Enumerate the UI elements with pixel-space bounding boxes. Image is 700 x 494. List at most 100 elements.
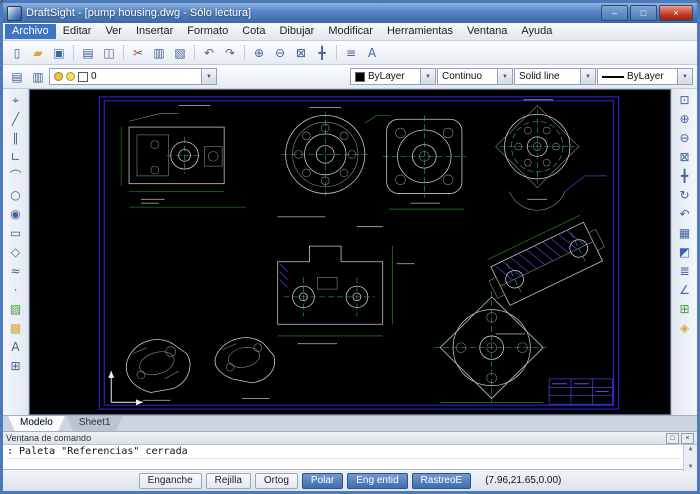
menu-editar[interactable]: Editar [56, 24, 99, 39]
minimize-button[interactable]: – [601, 5, 628, 21]
chevron-down-icon[interactable]: ▼ [420, 69, 435, 84]
chevron-down-icon[interactable]: ▼ [497, 69, 512, 84]
menu-archivo[interactable]: Archivo [5, 24, 56, 39]
status-rastreoe[interactable]: RastreoE [412, 473, 472, 489]
layer-combo[interactable]: 0 ▼ [49, 68, 217, 85]
sheet-tabs: Modelo Sheet1 [3, 415, 697, 431]
chevron-down-icon[interactable]: ▼ [201, 69, 216, 84]
save-icon[interactable]: ▣ [49, 43, 69, 62]
arc-icon[interactable]: ⌒ [6, 167, 26, 185]
layer-thaw-icon [66, 72, 75, 81]
line-color-combo[interactable]: ByLayer ▼ [350, 68, 436, 85]
menu-modificar[interactable]: Modificar [321, 24, 380, 39]
open-icon[interactable]: ▰ [28, 43, 48, 62]
draw-toolbar: ⌖ ╱ ∥ ∟ ⌒ ○ ◉ ▭ ◇ ≈ · ▨ ▩ A ⊞ [3, 89, 29, 415]
zoom-in-icon[interactable]: ⊕ [675, 110, 695, 128]
scroll-up-icon[interactable]: ▲ [689, 445, 693, 453]
point-icon[interactable]: · [6, 281, 26, 299]
status-eng-entid[interactable]: Eng entid [347, 473, 407, 489]
table-icon[interactable]: ⊞ [6, 357, 26, 375]
zoom-fit-icon[interactable]: ⊠ [291, 43, 311, 62]
line-width-value: ByLayer [627, 71, 664, 82]
app-icon [7, 6, 22, 21]
text-icon[interactable]: A [6, 338, 26, 356]
rectangle-icon[interactable]: ▭ [6, 224, 26, 242]
drawing-canvas[interactable] [29, 89, 671, 415]
close-button[interactable]: × [659, 5, 693, 21]
annotation-icon[interactable]: A [362, 43, 382, 62]
layer-on-icon [54, 72, 63, 81]
layer-toolbar: ▤ ▥ 0 ▼ ByLayer ▼ Continuo ▼ Solid line … [3, 65, 697, 89]
paste-icon[interactable]: ▧ [170, 43, 190, 62]
line-icon[interactable]: ╱ [6, 110, 26, 128]
tab-modelo[interactable]: Modelo [8, 416, 65, 431]
layers-manager-icon[interactable]: ▤ [7, 67, 27, 86]
circle-icon[interactable]: ○ [6, 186, 26, 204]
cut-icon[interactable]: ✂ [128, 43, 148, 62]
view-previous-icon[interactable]: ↶ [675, 205, 695, 223]
redo-icon[interactable]: ↷ [220, 43, 240, 62]
undo-icon[interactable]: ↶ [199, 43, 219, 62]
status-enganche[interactable]: Enganche [139, 473, 202, 489]
menu-ayuda[interactable]: Ayuda [514, 24, 559, 39]
tab-sheet1[interactable]: Sheet1 [67, 416, 123, 431]
line-weight-combo[interactable]: Solid line ▼ [514, 68, 596, 85]
orbit-icon[interactable]: ↻ [675, 186, 695, 204]
new-icon[interactable]: ▯ [7, 43, 27, 62]
pan-icon[interactable]: ╋ [312, 43, 332, 62]
zoom-out-icon[interactable]: ⊖ [270, 43, 290, 62]
options-icon[interactable]: ◈ [675, 319, 695, 337]
region-icon[interactable]: ▩ [6, 319, 26, 337]
layers-icon[interactable]: ≣ [675, 262, 695, 280]
menu-cota[interactable]: Cota [235, 24, 272, 39]
line-width-combo[interactable]: ByLayer ▼ [597, 68, 693, 85]
zoom-window-icon[interactable]: ⊡ [675, 91, 695, 109]
line-sample [602, 76, 624, 78]
zoom-fit-icon[interactable]: ⊠ [675, 148, 695, 166]
menu-ventana[interactable]: Ventana [460, 24, 514, 39]
view-toolbar: ⊡ ⊕ ⊖ ⊠ ╋ ↻ ↶ ▦ ◩ ≣ ∠ ⊞ ◈ [671, 89, 697, 415]
status-polar[interactable]: Polar [302, 473, 343, 489]
copy-icon[interactable]: ▥ [149, 43, 169, 62]
title-bar: DraftSight - [pump housing.dwg - Sólo le… [3, 3, 697, 23]
hatch-icon[interactable]: ▨ [6, 300, 26, 318]
menu-formato[interactable]: Formato [180, 24, 235, 39]
select-icon[interactable]: ⌖ [6, 91, 26, 109]
zoom-in-icon[interactable]: ⊕ [249, 43, 269, 62]
pan-icon[interactable]: ╋ [675, 167, 695, 185]
main-area: ⌖ ╱ ∥ ∟ ⌒ ○ ◉ ▭ ◇ ≈ · ▨ ▩ A ⊞ [3, 89, 697, 415]
ellipse-icon[interactable]: ◉ [6, 205, 26, 223]
grid-icon[interactable]: ⊞ [675, 300, 695, 318]
close-icon[interactable]: × [681, 433, 694, 444]
maximize-button[interactable]: □ [630, 5, 657, 21]
spline-icon[interactable]: ≈ [6, 262, 26, 280]
status-ortog[interactable]: Ortog [255, 473, 298, 489]
polygon-icon[interactable]: ◇ [6, 243, 26, 261]
color-swatch [355, 72, 365, 82]
print-preview-icon[interactable]: ◫ [99, 43, 119, 62]
chevron-down-icon[interactable]: ▼ [677, 69, 692, 84]
toolbar-separator [123, 45, 124, 60]
polyline-icon[interactable]: ∟ [6, 148, 26, 166]
layer-combo-value: 0 [91, 71, 97, 82]
measure-icon[interactable]: ∠ [675, 281, 695, 299]
menu-ver[interactable]: Ver [98, 24, 129, 39]
scroll-down-icon[interactable]: ▼ [689, 463, 693, 471]
zoom-out-icon[interactable]: ⊖ [675, 129, 695, 147]
menu-insertar[interactable]: Insertar [129, 24, 180, 39]
layer-preview-icon[interactable]: ▥ [28, 67, 48, 86]
float-icon[interactable]: □ [666, 433, 679, 444]
infinite-line-icon[interactable]: ∥ [6, 129, 26, 147]
toolbar-separator [336, 45, 337, 60]
line-style-combo[interactable]: Continuo ▼ [437, 68, 513, 85]
status-rejilla[interactable]: Rejilla [206, 473, 251, 489]
chevron-down-icon[interactable]: ▼ [580, 69, 595, 84]
shade-icon[interactable]: ◩ [675, 243, 695, 261]
menu-herramientas[interactable]: Herramientas [380, 24, 460, 39]
properties-icon[interactable]: ≡ [341, 43, 361, 62]
command-input[interactable] [7, 458, 681, 470]
named-views-icon[interactable]: ▦ [675, 224, 695, 242]
command-scrollbar[interactable]: ▲ ▼ [683, 445, 697, 471]
print-icon[interactable]: ▤ [78, 43, 98, 62]
menu-dibujar[interactable]: Dibujar [272, 24, 321, 39]
